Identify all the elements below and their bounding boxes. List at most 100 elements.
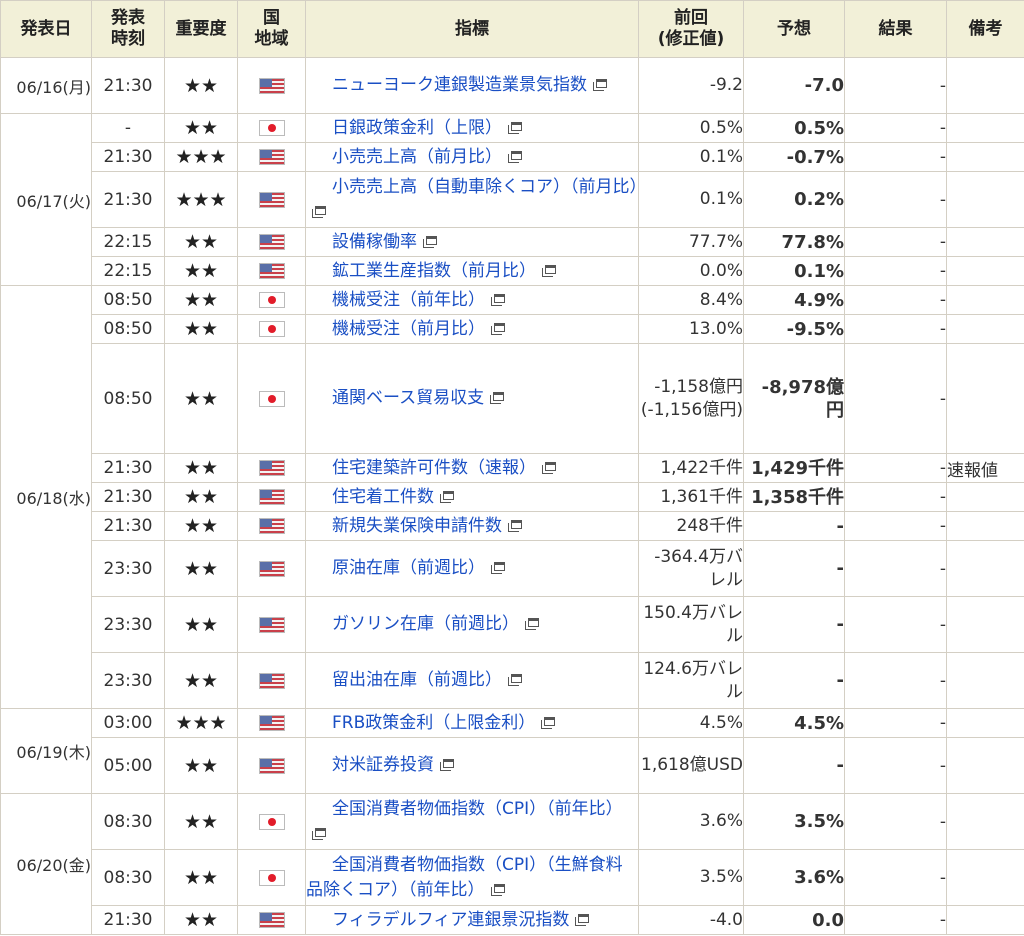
table-row: 23:30 ★★ 留出油在庫（前週比） 124.6万バレル - - [1, 652, 1024, 709]
popup-window-icon[interactable] [491, 322, 505, 335]
table-row: 21:30 ★★ 新規失業保険申請件数 248千件 - - [1, 511, 1024, 541]
popup-window-icon[interactable] [541, 716, 556, 729]
forecast-value: - [743, 652, 845, 709]
popup-window-icon[interactable] [575, 913, 590, 926]
us-flag-icon [258, 234, 285, 250]
popup-window-icon[interactable] [508, 674, 522, 686]
forecast-value: 0.2% [743, 171, 845, 228]
result-value: - [844, 596, 947, 653]
time-cell: 21:30 [91, 511, 165, 541]
header-row: 発表日 発表 時刻 重要度 国地域 指標 前回 (修正値) 予想 結果 備考 [0, 0, 1024, 58]
table-row: 23:30 ★★ ガソリン在庫（前週比） 150.4万バレル - - [1, 596, 1024, 653]
result-value: - [844, 285, 947, 315]
previous-value: 0.5% [638, 113, 744, 143]
popup-window-icon[interactable] [508, 150, 522, 163]
popup-window-icon[interactable] [542, 264, 556, 277]
header-time: 発表 時刻 [91, 0, 165, 58]
japan-flag-icon [258, 869, 285, 886]
table-row: 06/19(木) 03:00 ★★★ FRB政策金利（上限金利） 4.5% 4.… [0, 708, 1024, 794]
note-value [946, 905, 1024, 935]
indicator-link[interactable]: 原油在庫（前週比） [305, 540, 639, 597]
indicator-link[interactable]: 全国消費者物価指数（CPI）（前年比） [305, 793, 639, 850]
note-value [946, 482, 1024, 512]
popup-window-icon[interactable] [508, 121, 522, 134]
forecast-value: 0.0 [743, 905, 845, 935]
previous-value: 0.1% [638, 142, 744, 172]
indicator-link[interactable]: フィラデルフィア連銀景況指数 [305, 905, 639, 935]
table-row: 08:30 ★★ 全国消費者物価指数（CPI）（生鮮食料品除くコア）（前年比） … [1, 849, 1024, 906]
indicator-link[interactable]: 鉱工業生産指数（前月比） [305, 256, 639, 286]
popup-window-icon[interactable] [312, 205, 326, 218]
time-cell: 08:30 [91, 793, 165, 850]
previous-value: 150.4万バレル [638, 596, 744, 653]
note-value: 速報値 [946, 453, 1024, 483]
date-cell: 06/20(金) [0, 793, 92, 935]
importance-stars: ★★ [164, 596, 238, 653]
popup-window-icon[interactable] [490, 883, 505, 896]
indicator-link[interactable]: 設備稼働率 [305, 227, 639, 257]
result-value: - [844, 540, 947, 597]
popup-window-icon[interactable] [491, 562, 505, 574]
previous-value: -364.4万バレル [638, 540, 744, 597]
table-row: 06/16(月) 21:30 ★★ ニューヨーク連銀製造業景気指数 -9.2 -… [0, 57, 1024, 114]
popup-window-icon[interactable] [423, 235, 437, 248]
note-value [946, 540, 1024, 597]
note-value [946, 171, 1024, 228]
indicator-link[interactable]: 住宅建築許可件数（速報） [305, 453, 639, 483]
note-value [946, 511, 1024, 541]
us-flag-icon [258, 191, 285, 208]
indicator-link[interactable]: 機械受注（前年比） [305, 285, 639, 315]
result-value: - [844, 113, 947, 143]
forecast-value: - [743, 596, 845, 653]
popup-window-icon[interactable] [593, 79, 607, 91]
us-flag-icon [258, 912, 285, 928]
indicator-link[interactable]: 留出油在庫（前週比） [305, 652, 639, 709]
header-country: 国地域 [237, 0, 306, 58]
note-value [946, 652, 1024, 709]
forecast-value: -7.0 [743, 57, 845, 114]
indicator-link[interactable]: FRB政策金利（上限金利） [305, 708, 639, 738]
table-row: 21:30 ★★ 住宅建築許可件数（速報） 1,422千件 1,429千件 - … [1, 453, 1024, 483]
popup-window-icon[interactable] [491, 293, 505, 306]
note-value [946, 314, 1024, 344]
time-cell: 22:15 [91, 256, 165, 286]
popup-window-icon[interactable] [440, 759, 454, 771]
popup-window-icon[interactable] [525, 618, 539, 630]
indicator-link[interactable]: 住宅着工件数 [305, 482, 639, 512]
forecast-value: 4.5% [743, 708, 845, 738]
indicator-link[interactable]: 全国消費者物価指数（CPI）（生鮮食料品除くコア）（前年比） [305, 849, 639, 906]
table-row: 08:50 ★★ 機械受注（前月比） 13.0% -9.5% - [1, 314, 1024, 344]
previous-value: 3.6% [638, 793, 744, 850]
us-flag-icon [258, 757, 285, 774]
indicator-link[interactable]: 通関ベース貿易収支 [305, 343, 639, 454]
japan-flag-icon [258, 813, 285, 830]
table-row: 06/20(金) 08:30 ★★ 全国消費者物価指数（CPI）（前年比） 3.… [0, 793, 1024, 935]
time-cell: 23:30 [91, 596, 165, 653]
japan-flag-icon [258, 321, 285, 337]
indicator-link[interactable]: 新規失業保険申請件数 [305, 511, 639, 541]
indicator-link[interactable]: 対米証券投資 [305, 737, 639, 794]
popup-window-icon[interactable] [542, 461, 556, 474]
note-value [946, 142, 1024, 172]
popup-window-icon[interactable] [508, 519, 522, 532]
us-flag-icon [258, 77, 285, 94]
popup-window-icon[interactable] [490, 392, 505, 404]
previous-value: 1,361千件 [638, 482, 744, 512]
indicator-link[interactable]: 小売売上高（前月比） [305, 142, 639, 172]
result-value: - [844, 57, 947, 114]
forecast-value: 1,429千件 [743, 453, 845, 483]
popup-window-icon[interactable] [312, 827, 326, 840]
popup-window-icon[interactable] [440, 490, 454, 503]
us-flag-icon [258, 518, 285, 534]
time-cell: 21:30 [91, 453, 165, 483]
us-flag-icon [258, 672, 285, 689]
previous-value: 124.6万バレル [638, 652, 744, 709]
indicator-link[interactable]: 機械受注（前月比） [305, 314, 639, 344]
indicator-link[interactable]: ガソリン在庫（前週比） [305, 596, 639, 653]
forecast-value: 3.5% [743, 793, 845, 850]
indicator-link[interactable]: ニューヨーク連銀製造業景気指数 [305, 57, 639, 114]
indicator-link[interactable]: 小売売上高（自動車除くコア）（前月比） [305, 171, 647, 228]
indicator-link[interactable]: 日銀政策金利（上限） [305, 113, 639, 143]
note-value [946, 737, 1024, 794]
table-row: 23:30 ★★ 原油在庫（前週比） -364.4万バレル - - [1, 540, 1024, 597]
